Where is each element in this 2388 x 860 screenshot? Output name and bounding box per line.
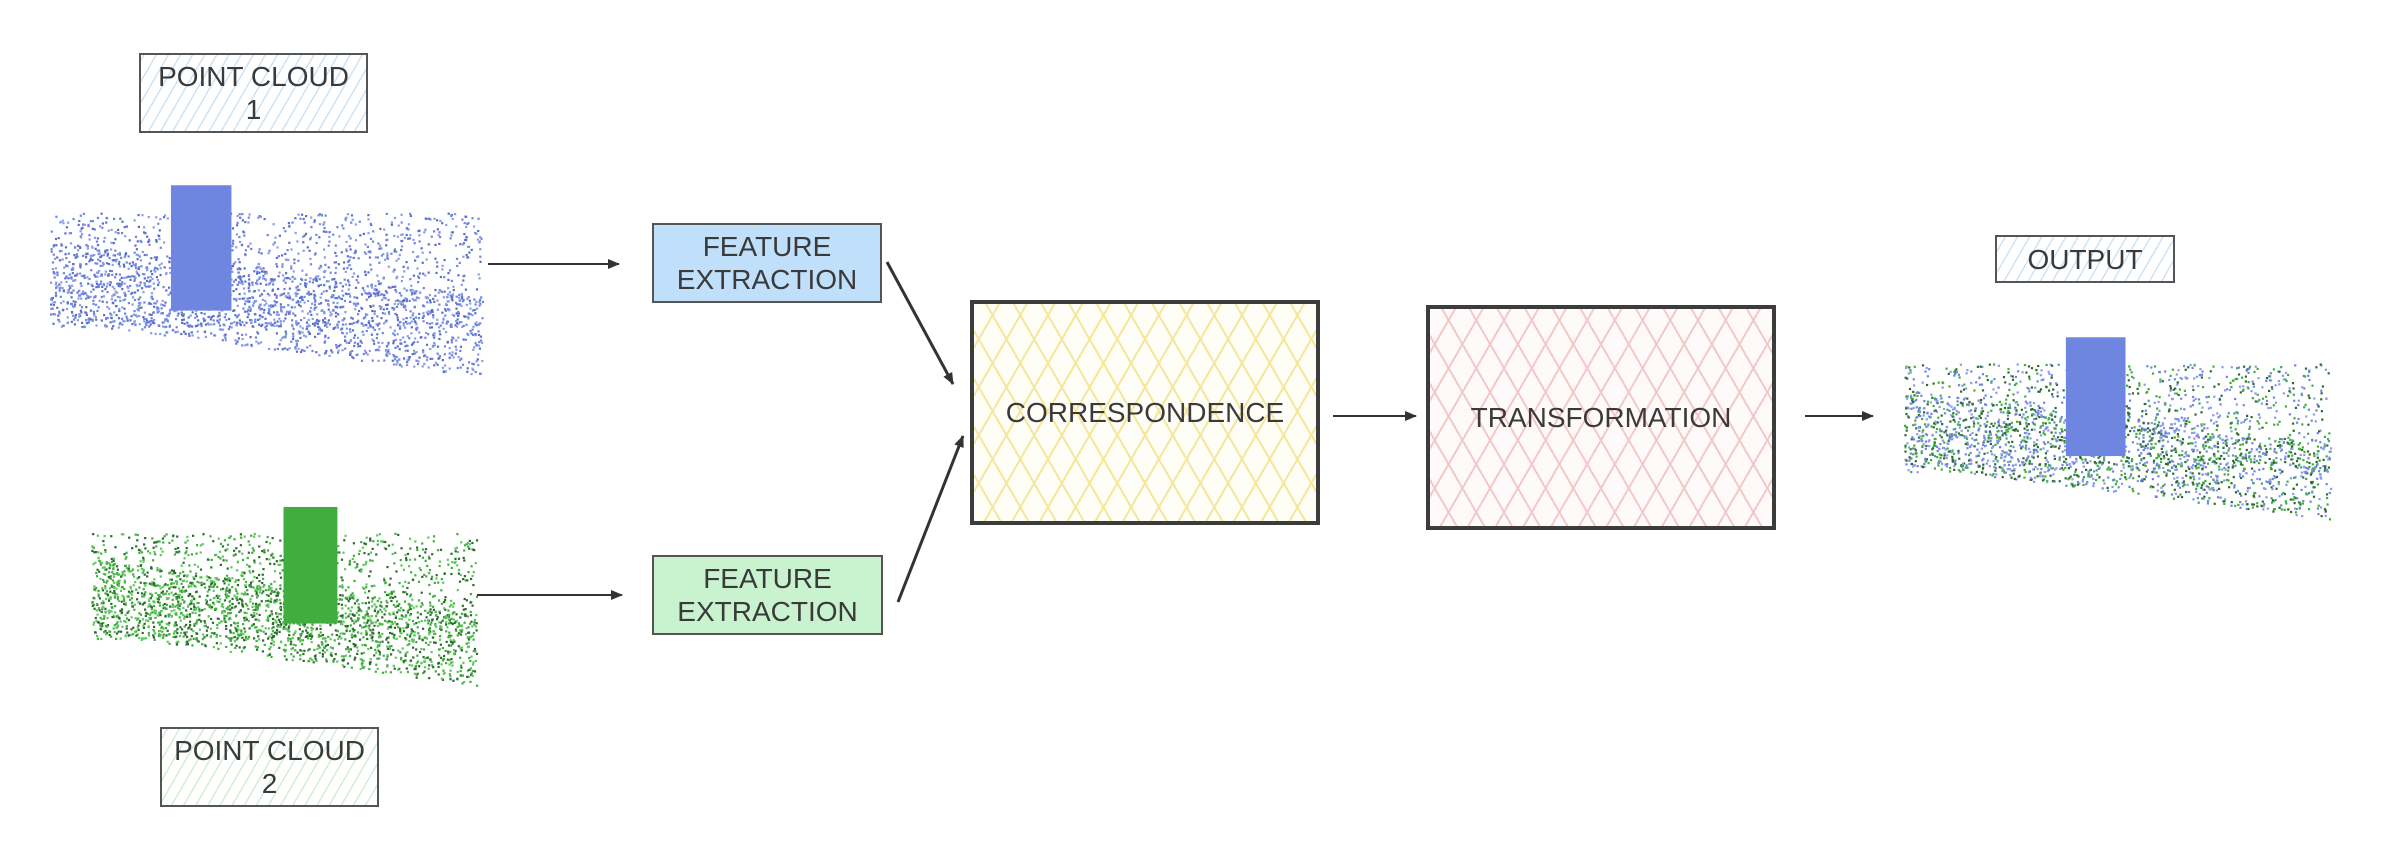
feature-extraction-1-box: FEATURE EXTRACTION [652,223,882,303]
feature-extraction-1-label: FEATURE EXTRACTION [676,231,858,295]
arch-monument [283,506,338,624]
point-cloud-1-image [50,185,485,376]
correspondence-label: CORRESPONDENCE [1005,397,1285,428]
arrow-feature2-to-correspondence [896,435,965,603]
point-cloud-2-label-box: POINT CLOUD 2 [160,727,379,807]
feature-extraction-2-label: FEATURE EXTRACTION [677,563,858,627]
output-label-box: OUTPUT [1995,235,2175,283]
feature-extraction-2-box: FEATURE EXTRACTION [652,555,883,635]
arch-monument [170,185,232,311]
point-cloud-2-label: POINT CLOUD 2 [174,735,365,799]
arrow-feature1-to-correspondence [885,261,955,385]
transformation-label: TRANSFORMATION [1470,402,1732,433]
transformation-box: TRANSFORMATION [1426,305,1776,530]
point-cloud-1-label: POINT CLOUD 1 [158,61,349,125]
output-point-cloud-image [1904,337,2333,521]
point-cloud-1-label-box: POINT CLOUD 1 [139,53,368,133]
output-label: OUTPUT [2027,243,2143,275]
arch-monument [2065,337,2126,457]
correspondence-box: CORRESPONDENCE [970,300,1320,525]
point-cloud-2-image [91,506,479,687]
